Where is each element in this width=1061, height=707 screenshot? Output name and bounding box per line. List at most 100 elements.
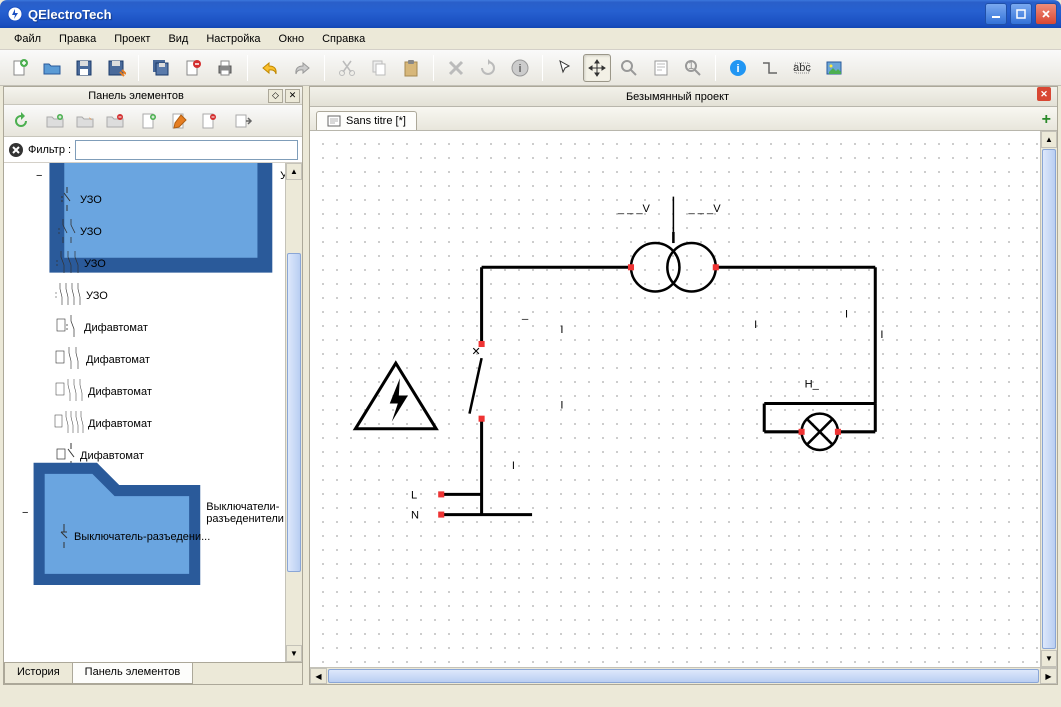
tree-item-label: УЗО <box>86 290 108 302</box>
panel-new-folder-button[interactable] <box>42 108 68 134</box>
menu-project[interactable]: Проект <box>106 31 158 47</box>
panel-tabs: История Панель элементов <box>4 662 302 684</box>
element-icon <box>54 345 86 376</box>
scroll-left-icon[interactable]: ◀ <box>310 668 327 684</box>
text-tool[interactable]: abc <box>788 54 816 82</box>
scroll-down-icon[interactable]: ▼ <box>1041 650 1057 667</box>
tree-item-label: Дифавтомат <box>84 322 148 334</box>
svg-text:I: I <box>560 324 563 336</box>
label-N: N <box>411 510 419 522</box>
panel-import-button[interactable] <box>230 108 256 134</box>
scroll-up-icon[interactable]: ▲ <box>286 163 302 180</box>
elements-panel: Панель элементов ◇ ✕ Фильтр : − <box>3 86 303 685</box>
project-close-button[interactable]: ✕ <box>1037 87 1051 101</box>
redo-button[interactable] <box>288 54 316 82</box>
svg-text:I: I <box>754 319 757 331</box>
menu-help[interactable]: Справка <box>314 31 373 47</box>
scroll-thumb[interactable] <box>287 253 301 572</box>
canvas-h-scrollbar[interactable]: ◀ ▶ <box>310 667 1057 684</box>
filter-input[interactable] <box>75 140 298 160</box>
svg-text:I: I <box>560 400 563 412</box>
svg-text:I: I <box>512 460 515 472</box>
save-all-button[interactable] <box>147 54 175 82</box>
panel-refresh-button[interactable] <box>8 108 34 134</box>
folder-icon <box>28 435 206 591</box>
new-button[interactable] <box>6 54 34 82</box>
window-close-button[interactable] <box>1035 3 1057 25</box>
save-as-button[interactable] <box>102 54 130 82</box>
menu-settings[interactable]: Настройка <box>198 31 268 47</box>
window-minimize-button[interactable] <box>985 3 1007 25</box>
clear-filter-icon[interactable] <box>8 142 24 158</box>
elements-tree[interactable]: − УЗО УЗО УЗО УЗО УЗО Дифавтомат Дифавто… <box>4 163 302 662</box>
scroll-thumb[interactable] <box>1042 149 1056 649</box>
canvas-v-scrollbar[interactable]: ▲ ▼ <box>1040 131 1057 667</box>
drawing-canvas[interactable]: _ _ _V _ _ _V <box>310 131 1057 667</box>
status-bar <box>3 687 1058 705</box>
scroll-thumb[interactable] <box>328 669 1039 683</box>
cut-button[interactable] <box>333 54 361 82</box>
add-sheet-button[interactable]: + <box>1042 111 1051 129</box>
copy-button[interactable] <box>365 54 393 82</box>
window-title: QElectroTech <box>28 7 985 22</box>
zoom-tool[interactable] <box>615 54 643 82</box>
tree-item[interactable]: Дифавтомат <box>54 376 302 408</box>
print-button[interactable] <box>211 54 239 82</box>
tree-folder[interactable]: − УЗО <box>36 167 302 184</box>
menu-file[interactable]: Файл <box>6 31 49 47</box>
circuit-diagram: _ _ _V _ _ _V <box>310 131 1057 667</box>
wire-tool[interactable] <box>756 54 784 82</box>
zoom-reset-tool[interactable]: 1 <box>679 54 707 82</box>
svg-text:H_: H_ <box>805 378 820 390</box>
menu-edit[interactable]: Правка <box>51 31 104 47</box>
move-tool[interactable] <box>583 54 611 82</box>
tab-elements[interactable]: Панель элементов <box>72 663 194 684</box>
window-maximize-button[interactable] <box>1010 3 1032 25</box>
tree-item[interactable]: Дифавтомат <box>54 312 302 344</box>
panel-edit-folder-button[interactable] <box>72 108 98 134</box>
tree-scrollbar[interactable]: ▲ ▼ <box>285 163 302 662</box>
panel-close-button[interactable]: ✕ <box>285 89 300 103</box>
menu-view[interactable]: Вид <box>160 31 196 47</box>
panel-delete-element-button[interactable] <box>196 108 222 134</box>
element-icon <box>54 217 80 248</box>
svg-text:✕: ✕ <box>472 346 481 358</box>
svg-text:_: _ <box>521 309 529 321</box>
sheet-tab[interactable]: Sans titre [*] <box>316 111 417 130</box>
app-icon <box>7 6 23 22</box>
panel-title: Панель элементов <box>4 90 268 102</box>
undo-button[interactable] <box>256 54 284 82</box>
project-tab[interactable]: Безымянный проект <box>318 87 1037 106</box>
paste-button[interactable] <box>397 54 425 82</box>
select-tool[interactable] <box>551 54 579 82</box>
tab-history[interactable]: История <box>4 663 73 684</box>
panel-new-element-button[interactable] <box>136 108 162 134</box>
delete-button[interactable] <box>442 54 470 82</box>
about-button[interactable]: i <box>724 54 752 82</box>
save-button[interactable] <box>70 54 98 82</box>
canvas-area: Безымянный проект ✕ Sans titre [*] + _ _… <box>309 86 1058 685</box>
rotate-button[interactable] <box>474 54 502 82</box>
tree-folder[interactable]: − Выключатели-разъеденители <box>22 504 302 521</box>
tree-item[interactable]: УЗО <box>54 280 302 312</box>
menu-window[interactable]: Окно <box>271 31 313 47</box>
panel-float-button[interactable]: ◇ <box>268 89 283 103</box>
scroll-down-icon[interactable]: ▼ <box>286 645 302 662</box>
panel-edit-element-button[interactable] <box>166 108 192 134</box>
info-button[interactable]: i <box>506 54 534 82</box>
panel-delete-folder-button[interactable] <box>102 108 128 134</box>
menu-bar: Файл Правка Проект Вид Настройка Окно Сп… <box>0 28 1061 50</box>
open-button[interactable] <box>38 54 66 82</box>
scroll-right-icon[interactable]: ▶ <box>1040 668 1057 684</box>
label-L: L <box>411 489 417 501</box>
page-tool[interactable] <box>647 54 675 82</box>
scroll-up-icon[interactable]: ▲ <box>1041 131 1057 148</box>
tree-item[interactable]: Дифавтомат <box>54 344 302 376</box>
image-tool[interactable] <box>820 54 848 82</box>
tree-item-label: Дифавтомат <box>88 418 152 430</box>
close-button[interactable] <box>179 54 207 82</box>
svg-text:1: 1 <box>688 60 694 72</box>
sheet-icon <box>327 115 341 127</box>
svg-text:i: i <box>736 63 739 75</box>
sheet-tabs: Sans titre [*] + <box>310 107 1057 131</box>
